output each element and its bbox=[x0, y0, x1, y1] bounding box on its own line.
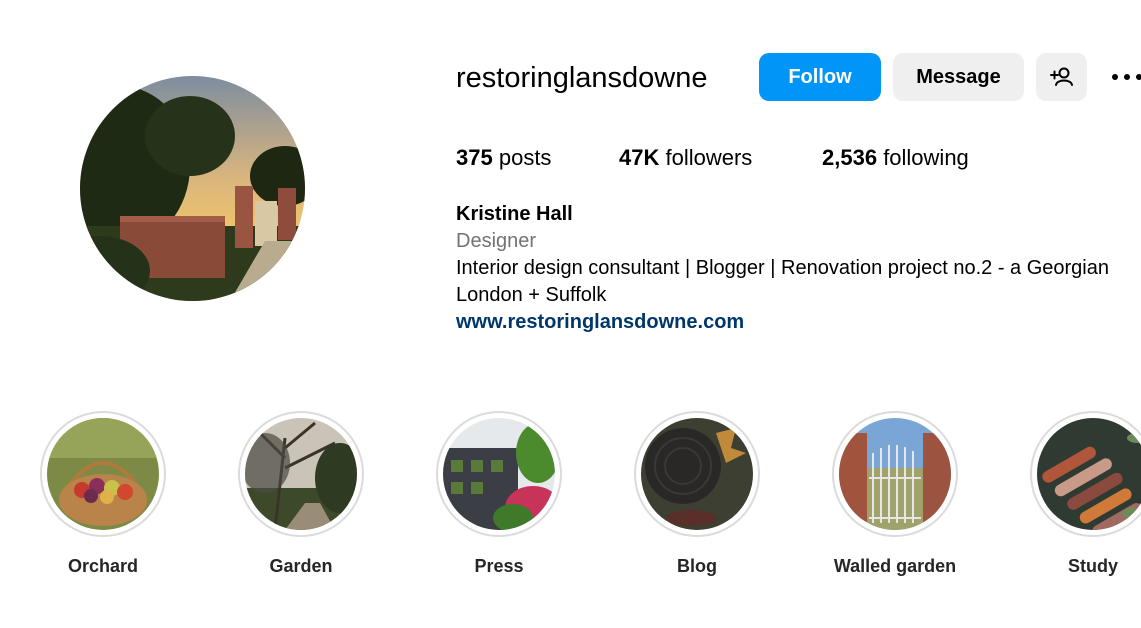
following-number: 2,536 bbox=[822, 145, 878, 170]
highlight-garden[interactable]: Garden bbox=[226, 411, 376, 576]
message-button[interactable]: Message bbox=[893, 53, 1024, 101]
avatar-image bbox=[80, 76, 305, 301]
ellipsis-dot bbox=[1136, 74, 1141, 80]
profile-avatar[interactable] bbox=[80, 76, 305, 301]
highlight-label: Press bbox=[474, 556, 524, 576]
website-link[interactable]: www.restoringlansdowne.com bbox=[456, 309, 744, 335]
more-options-button[interactable] bbox=[1112, 62, 1141, 92]
following-link[interactable]: 2,536 following bbox=[822, 144, 969, 172]
posts-count: 375 posts bbox=[456, 144, 551, 172]
ellipsis-dot bbox=[1124, 74, 1130, 80]
highlight-walled-garden[interactable]: Walled garden bbox=[820, 411, 970, 576]
highlight-thumbnail bbox=[641, 418, 753, 530]
highlight-ring bbox=[634, 411, 760, 537]
bio-text-line-2: London + Suffolk bbox=[456, 284, 607, 306]
highlight-orchard[interactable]: Orchard bbox=[28, 411, 178, 576]
highlight-label: Study bbox=[1067, 556, 1118, 576]
highlight-ring bbox=[40, 411, 166, 537]
profile-full-name: Kristine Hall bbox=[456, 203, 573, 225]
highlight-ring bbox=[436, 411, 562, 537]
followers-number: 47K bbox=[619, 145, 660, 170]
bio-text-line-1: Interior design consultant | Blogger | R… bbox=[456, 257, 1109, 279]
profile-category: Designer bbox=[456, 230, 537, 252]
highlight-press[interactable]: Press bbox=[424, 411, 574, 576]
highlight-thumbnail bbox=[245, 418, 357, 530]
highlight-blog[interactable]: Blog bbox=[622, 411, 772, 576]
follow-button[interactable]: Follow bbox=[759, 53, 881, 101]
followers-label: followers bbox=[665, 145, 753, 170]
highlight-thumbnail bbox=[443, 418, 555, 530]
highlight-label: Garden bbox=[269, 556, 333, 576]
person-add-icon bbox=[1049, 67, 1073, 86]
suggested-accounts-button[interactable] bbox=[1036, 53, 1087, 101]
highlight-label: Orchard bbox=[67, 556, 139, 576]
highlight-label: Walled garden bbox=[833, 556, 957, 576]
posts-number: 375 bbox=[456, 145, 493, 170]
highlight-label: Blog bbox=[677, 556, 717, 576]
highlight-ring bbox=[1030, 411, 1141, 537]
posts-label: posts bbox=[498, 145, 552, 170]
highlight-thumbnail bbox=[839, 418, 951, 530]
profile-username: restoringlansdowne bbox=[456, 62, 708, 94]
highlight-ring bbox=[832, 411, 958, 537]
ellipsis-icon bbox=[1112, 74, 1118, 80]
highlight-ring bbox=[238, 411, 364, 537]
following-label: following bbox=[883, 145, 969, 170]
followers-link[interactable]: 47K followers bbox=[619, 144, 752, 172]
profile-page: restoringlansdowne Follow Message 375 po… bbox=[0, 0, 1141, 628]
highlight-thumbnail bbox=[1037, 418, 1141, 530]
highlight-study[interactable]: Study bbox=[1018, 411, 1141, 576]
highlight-thumbnail bbox=[47, 418, 159, 530]
